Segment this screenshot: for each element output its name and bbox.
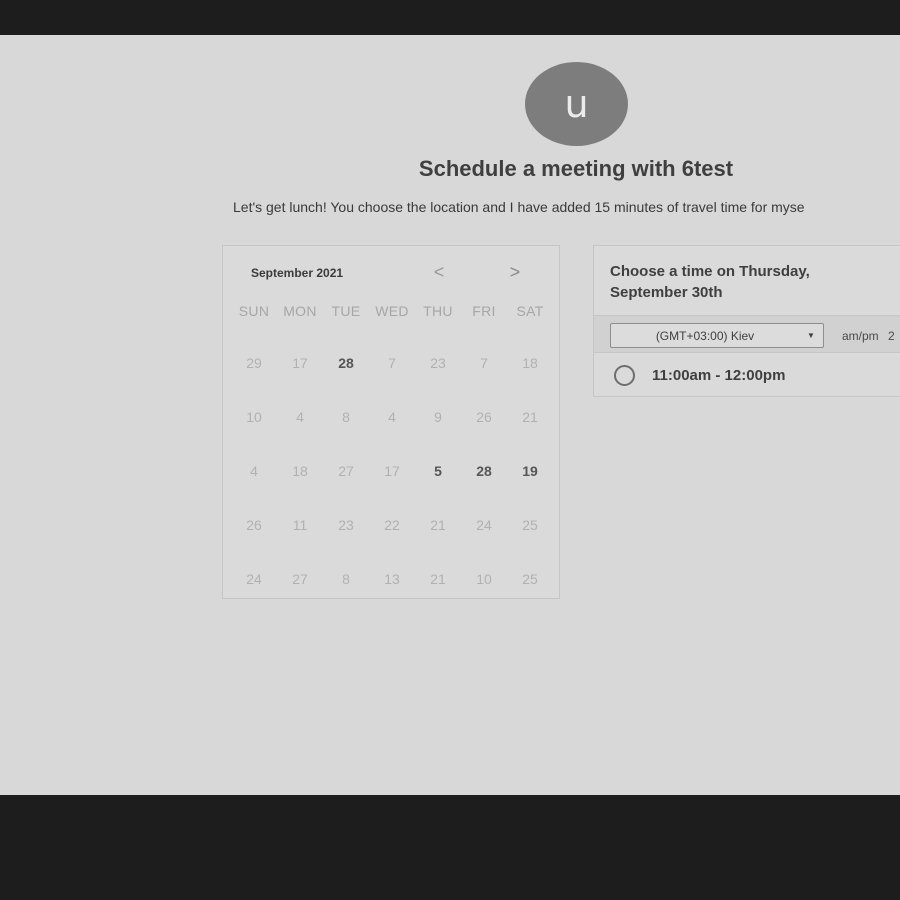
calendar-day: 11 [292, 517, 308, 533]
weekday-label: FRI [472, 303, 496, 319]
calendar-week-row: 10 4 8 4 9 26 21 [231, 390, 553, 444]
calendar-day: 27 [292, 571, 308, 587]
time-panel-heading: Choose a time on Thursday, September 30t… [610, 261, 870, 303]
calendar-day-available[interactable]: 28 [323, 355, 369, 371]
calendar-day: 8 [342, 571, 350, 587]
user-avatar: u [525, 62, 628, 146]
calendar-week-row: 24 27 8 13 21 10 25 [231, 552, 553, 606]
calendar-day: 21 [430, 517, 446, 533]
calendar-day: 7 [388, 355, 396, 371]
chevron-right-icon[interactable]: > [505, 262, 525, 283]
calendar-day: 26 [246, 517, 262, 533]
calendar-day: 23 [430, 355, 446, 371]
time-format-extra: 2 [888, 329, 895, 343]
radio-icon[interactable] [614, 365, 635, 386]
calendar-day: 26 [476, 409, 492, 425]
calendar-day-available[interactable]: 5 [415, 463, 461, 479]
calendar-day: 17 [384, 463, 400, 479]
chevron-left-icon[interactable]: < [429, 262, 449, 283]
weekday-label: SUN [238, 303, 270, 319]
weekday-label: WED [375, 303, 409, 319]
calendar-day: 10 [476, 571, 492, 587]
weekday-label: THU [423, 303, 453, 319]
scheduling-page: u Schedule a meeting with 6test Let's ge… [0, 35, 900, 795]
calendar-day: 27 [338, 463, 354, 479]
calendar-day-available[interactable]: 19 [507, 463, 553, 479]
calendar-day: 18 [292, 463, 308, 479]
calendar-day: 29 [246, 355, 262, 371]
calendar-day: 13 [384, 571, 400, 587]
caret-down-icon: ▼ [807, 331, 815, 340]
time-panel-heading-line: September 30th [610, 284, 723, 301]
time-format-label: am/pm [842, 329, 879, 343]
time-selection-panel: Choose a time on Thursday, September 30t… [593, 245, 900, 397]
time-slot-label: 11:00am - 12:00pm [652, 367, 786, 384]
calendar-day: 24 [476, 517, 492, 533]
calendar-day: 7 [480, 355, 488, 371]
time-panel-heading-line: Choose a time on Thursday, [610, 263, 810, 280]
calendar-day: 18 [522, 355, 538, 371]
weekday-header: SUN MON TUE WED THU FRI SAT [231, 303, 553, 319]
calendar-day: 8 [342, 409, 350, 425]
date-picker-calendar: September 2021 < > SUN MON TUE WED THU F… [222, 245, 560, 599]
calendar-day: 25 [522, 571, 538, 587]
time-format-toggle[interactable]: am/pm 2 [842, 329, 895, 343]
timezone-value: (GMT+03:00) Kiev [655, 328, 755, 343]
meeting-description: Let's get lunch! You choose the location… [233, 199, 805, 215]
calendar-day: 4 [250, 463, 258, 479]
page-title: Schedule a meeting with 6test [418, 156, 734, 181]
calendar-month-label: September 2021 [251, 266, 344, 280]
avatar-letter: u [564, 82, 589, 126]
calendar-day: 10 [246, 409, 262, 425]
calendar-day: 24 [246, 571, 262, 587]
weekday-label: TUE [331, 303, 361, 319]
calendar-day: 9 [434, 409, 442, 425]
weekday-label: MON [283, 303, 317, 319]
calendar-day: 17 [292, 355, 308, 371]
calendar-day: 25 [522, 517, 538, 533]
timezone-select[interactable]: (GMT+03:00) Kiev ▼ [610, 323, 824, 348]
calendar-day: 21 [522, 409, 538, 425]
calendar-day: 22 [384, 517, 400, 533]
calendar-day-grid: 29 17 28 7 23 7 18 10 4 8 4 9 26 21 4 18 27 17 5 28 19 26 11 23… [231, 336, 553, 606]
calendar-day: 4 [388, 409, 396, 425]
calendar-day: 4 [296, 409, 304, 425]
calendar-day: 23 [338, 517, 354, 533]
calendar-week-row: 29 17 28 7 23 7 18 [231, 336, 553, 390]
time-panel-toolbar: (GMT+03:00) Kiev ▼ am/pm 2 [594, 315, 900, 353]
calendar-day: 21 [430, 571, 446, 587]
time-slot-option[interactable]: 11:00am - 12:00pm [614, 365, 785, 386]
calendar-week-row: 26 11 23 22 21 24 25 [231, 498, 553, 552]
calendar-week-row: 4 18 27 17 5 28 19 [231, 444, 553, 498]
weekday-label: SAT [516, 303, 544, 319]
calendar-day-available[interactable]: 28 [461, 463, 507, 479]
